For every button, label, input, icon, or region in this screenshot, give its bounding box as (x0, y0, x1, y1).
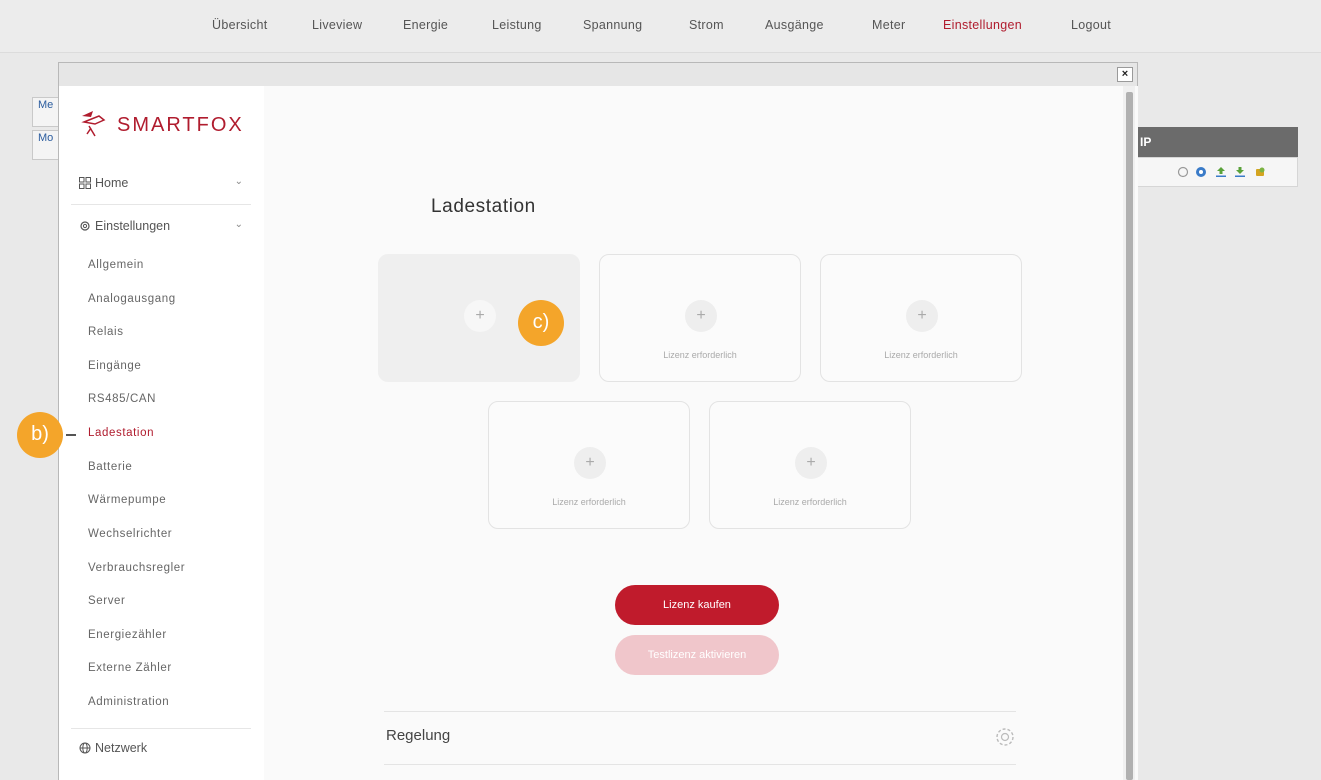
license-required-note: Lizenz erforderlich (552, 497, 626, 507)
refresh-icon[interactable] (1177, 166, 1189, 178)
divider (384, 764, 1016, 765)
nav-leistung[interactable]: Leistung (492, 18, 542, 32)
charging-station-slot-4[interactable]: + Lizenz erforderlich (488, 401, 690, 529)
divider (384, 711, 1016, 712)
license-required-note: Lizenz erforderlich (663, 350, 737, 360)
nav-meter[interactable]: Meter (872, 18, 905, 32)
brand-name: SMARTFOX (117, 114, 244, 136)
sidebar-item-externe-zaehler[interactable]: Externe Zähler (88, 662, 172, 674)
chevron-down-icon: ⌄ (234, 176, 243, 187)
license-required-note: Lizenz erforderlich (773, 497, 847, 507)
nav-energie[interactable]: Energie (403, 18, 448, 32)
sidebar-item-relais[interactable]: Relais (88, 326, 124, 338)
sidebar-home-label: Home (95, 176, 129, 190)
sidebar-settings-label: Einstellungen (95, 219, 171, 233)
upload-icon[interactable] (1215, 166, 1227, 178)
buy-license-button[interactable]: Lizenz kaufen (615, 585, 779, 625)
nav-spannung[interactable]: Spannung (583, 18, 642, 32)
sidebar-item-administration[interactable]: Administration (88, 696, 169, 708)
background-table-header: IP (1128, 127, 1298, 157)
plus-icon[interactable]: + (464, 300, 496, 332)
nav-strom[interactable]: Strom (689, 18, 724, 32)
sidebar-section-home[interactable]: Home ⌄ (71, 164, 251, 205)
charging-station-slot-5[interactable]: + Lizenz erforderlich (709, 401, 911, 529)
sidebar-item-ladestation[interactable]: Ladestation (88, 427, 154, 439)
plus-icon[interactable]: + (685, 300, 717, 332)
gear-icon (80, 221, 90, 231)
modal-titlebar: × (58, 62, 1138, 86)
plus-icon[interactable]: + (574, 447, 606, 479)
close-button[interactable]: × (1117, 67, 1133, 82)
grid-icon (79, 177, 91, 189)
fox-logo-icon (81, 111, 106, 137)
sidebar-item-eingaenge[interactable]: Eingänge (88, 360, 141, 372)
nav-einstellungen[interactable]: Einstellungen (943, 18, 1022, 32)
sidebar-item-energiezaehler[interactable]: Energiezähler (88, 629, 167, 641)
sidebar-item-waermepumpe[interactable]: Wärmepumpe (88, 494, 166, 506)
callout-b-pointer (66, 434, 76, 436)
scrollbar-thumb[interactable] (1126, 92, 1133, 780)
chevron-down-icon: ⌄ (234, 219, 243, 230)
callout-c: c) (518, 300, 564, 346)
sidebar-item-analogausgang[interactable]: Analogausgang (88, 293, 176, 305)
main-content: Ladestation + + Lizenz erforderlich + Li… (264, 86, 1138, 780)
sidebar-item-verbrauchsregler[interactable]: Verbrauchsregler (88, 562, 185, 574)
nav-liveview[interactable]: Liveview (312, 18, 362, 32)
activate-test-license-button[interactable]: Testlizenz aktivieren (615, 635, 779, 675)
nav-uebersicht[interactable]: Übersicht (212, 18, 268, 32)
gear-icon[interactable] (994, 726, 1016, 748)
database-icon[interactable] (1254, 166, 1266, 178)
charging-station-slot-2[interactable]: + Lizenz erforderlich (599, 254, 801, 382)
settings-icon[interactable] (1195, 166, 1207, 178)
sidebar-item-server[interactable]: Server (88, 595, 125, 607)
settings-sidebar: SMARTFOX Home ⌄ Einstellungen ⌄ Allgemei… (59, 86, 264, 780)
sidebar-item-rs485-can[interactable]: RS485/CAN (88, 393, 156, 405)
sidebar-item-batterie[interactable]: Batterie (88, 461, 132, 473)
section-regelung-label[interactable]: Regelung (386, 727, 450, 744)
plus-icon[interactable]: + (795, 447, 827, 479)
sidebar-section-network[interactable]: Netzwerk (71, 728, 251, 769)
callout-b: b) (17, 412, 63, 458)
background-header-text: IP (1140, 135, 1152, 149)
sidebar-item-allgemein[interactable]: Allgemein (88, 259, 144, 271)
license-required-note: Lizenz erforderlich (884, 350, 958, 360)
charging-station-slot-3[interactable]: + Lizenz erforderlich (820, 254, 1022, 382)
plus-icon[interactable]: + (906, 300, 938, 332)
sidebar-section-settings[interactable]: Einstellungen ⌄ (71, 207, 251, 247)
sidebar-network-label: Netzwerk (95, 741, 148, 755)
sidebar-item-wechselrichter[interactable]: Wechselrichter (88, 528, 172, 540)
background-table-row: l (1128, 157, 1298, 187)
nav-logout[interactable]: Logout (1071, 18, 1111, 32)
nav-ausgaenge[interactable]: Ausgänge (765, 18, 824, 32)
page-title: Ladestation (431, 196, 536, 217)
modal-dialog: SMARTFOX Home ⌄ Einstellungen ⌄ Allgemei… (58, 86, 1138, 780)
download-icon[interactable] (1234, 166, 1246, 178)
top-navigation: Übersicht Liveview Energie Leistung Span… (0, 0, 1321, 53)
globe-icon (79, 742, 91, 754)
